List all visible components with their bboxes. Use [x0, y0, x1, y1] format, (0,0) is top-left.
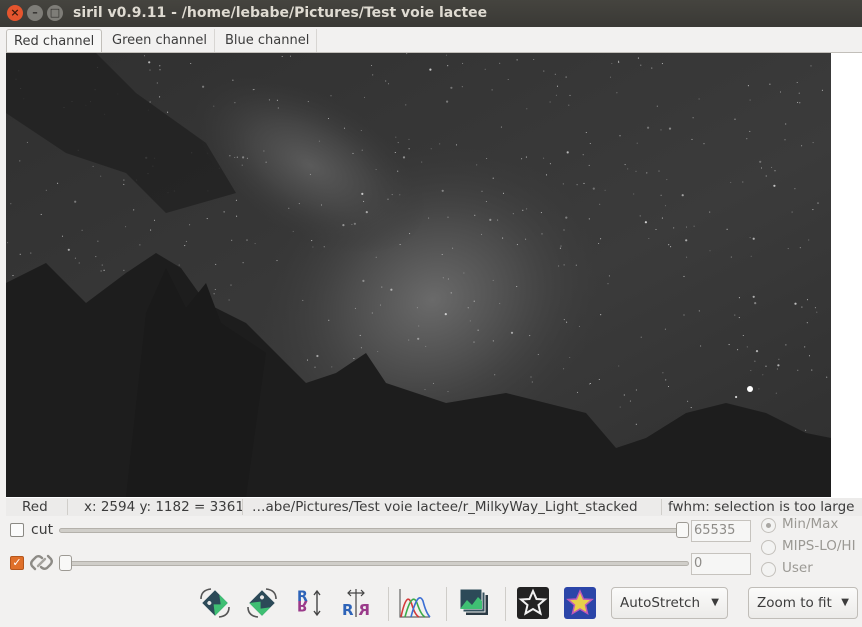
toolbar-separator — [388, 587, 389, 621]
low-level-row: ✓ 0 — [0, 551, 862, 577]
high-value-field[interactable]: 65535 — [691, 520, 751, 542]
status-divider — [242, 499, 243, 515]
milky-way-image — [6, 53, 862, 499]
chevron-down-icon: ▼ — [711, 597, 719, 608]
radio-minmax-label: Min/Max — [782, 516, 839, 532]
chain-link-icon[interactable] — [29, 551, 55, 579]
radio-mips[interactable] — [761, 540, 776, 555]
status-channel: Red — [22, 499, 48, 515]
image-viewport[interactable] — [6, 52, 862, 499]
status-bar: Red x: 2594 y: 1182 = 3361 …abe/Pictures… — [6, 498, 862, 516]
mirror-horizontal-icon[interactable]: R R — [338, 585, 374, 621]
star-color-icon[interactable] — [562, 585, 598, 621]
svg-text:R: R — [358, 601, 370, 619]
tab-blue-channel[interactable]: Blue channel — [218, 29, 318, 53]
window-title: siril v0.9.11 - /home/lebabe/Pictures/Te… — [73, 5, 488, 21]
image-stack-icon[interactable] — [456, 585, 492, 621]
radio-minmax[interactable] — [761, 518, 776, 533]
minimize-icon[interactable]: – — [27, 5, 43, 21]
radio-user[interactable] — [761, 562, 776, 577]
zoom-label: Zoom to fit — [757, 595, 832, 611]
low-value-field[interactable]: 0 — [691, 553, 751, 575]
high-slider-track[interactable] — [59, 528, 689, 533]
high-slider-handle[interactable] — [676, 522, 689, 538]
status-fwhm: fwhm: selection is too large — [668, 499, 855, 515]
mirror-vertical-icon[interactable]: R R — [291, 585, 327, 621]
zoom-dropdown[interactable]: Zoom to fit ▼ — [748, 587, 858, 619]
link-checkbox[interactable]: ✓ — [10, 556, 24, 570]
high-level-row: cut 65535 — [0, 518, 862, 544]
histogram-icon[interactable] — [397, 585, 433, 621]
chevron-down-icon: ▼ — [841, 597, 849, 608]
rotate-left-icon[interactable] — [197, 585, 233, 621]
status-divider — [661, 499, 662, 515]
low-slider-track[interactable] — [59, 561, 689, 566]
tab-green-channel[interactable]: Green channel — [105, 29, 215, 53]
cut-checkbox[interactable] — [10, 523, 24, 537]
autostretch-label: AutoStretch — [620, 595, 701, 611]
svg-text:R: R — [297, 597, 308, 613]
low-slider-handle[interactable] — [59, 555, 72, 571]
toolbar-separator — [505, 587, 506, 621]
status-filename: …abe/Pictures/Test voie lactee/r_MilkyWa… — [252, 499, 638, 515]
cut-label: cut — [31, 522, 54, 538]
tab-red-channel[interactable]: Red channel — [6, 29, 103, 53]
radio-mips-label: MIPS-LO/HI — [782, 538, 856, 554]
radio-user-label: User — [782, 560, 813, 576]
title-bar: × – □ siril v0.9.11 - /home/lebabe/Pictu… — [0, 0, 862, 27]
maximize-icon[interactable]: □ — [47, 5, 63, 21]
status-coordinates: x: 2594 y: 1182 = 3361 — [84, 499, 244, 515]
status-divider — [67, 499, 68, 515]
toolbar-separator — [446, 587, 447, 621]
svg-text:R: R — [342, 601, 354, 619]
bottom-toolbar: R R R R AutoStretch ▼ Zoom to fit ▼ — [0, 583, 862, 625]
star-outline-icon[interactable] — [515, 585, 551, 621]
rotate-right-icon[interactable] — [244, 585, 280, 621]
autostretch-dropdown[interactable]: AutoStretch ▼ — [611, 587, 728, 619]
close-icon[interactable]: × — [7, 5, 23, 21]
